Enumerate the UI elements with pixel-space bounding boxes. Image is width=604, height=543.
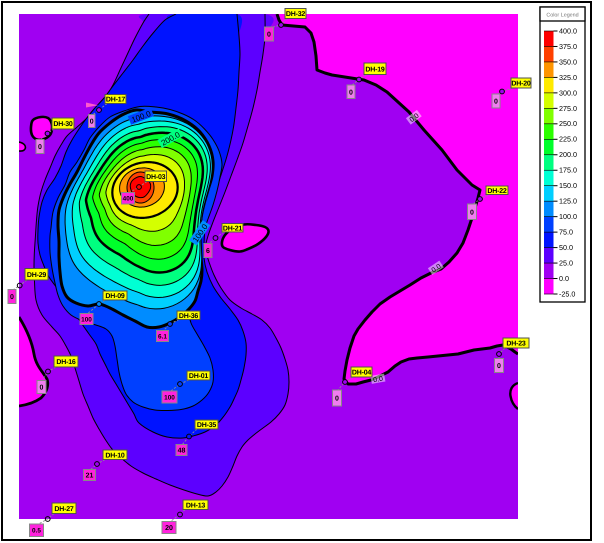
svg-text:75.0: 75.0 [559,228,573,237]
svg-text:DH-19: DH-19 [365,66,385,73]
svg-text:300.0: 300.0 [559,88,577,97]
svg-text:DH-16: DH-16 [56,359,76,366]
svg-text:0.5: 0.5 [32,528,41,535]
svg-text:DH-36: DH-36 [179,313,199,320]
svg-text:0: 0 [335,396,339,403]
svg-text:225.0: 225.0 [559,135,577,144]
svg-text:DH-35: DH-35 [197,422,217,429]
svg-text:325.0: 325.0 [559,73,577,82]
svg-text:DH-10: DH-10 [105,452,125,459]
svg-text:100.0: 100.0 [559,212,577,221]
svg-text:DH-09: DH-09 [105,293,125,300]
svg-text:DH-03: DH-03 [146,174,166,181]
svg-text:0: 0 [349,89,353,96]
svg-text:350.0: 350.0 [559,57,577,66]
svg-text:375.0: 375.0 [559,42,577,51]
svg-text:DH-29: DH-29 [27,272,47,279]
svg-text:Color Legend: Color Legend [546,13,578,19]
svg-text:25.0: 25.0 [559,258,573,267]
svg-text:DH-20: DH-20 [511,81,531,88]
svg-text:DH-23: DH-23 [506,341,526,348]
svg-text:0: 0 [10,294,14,301]
svg-text:DH-21: DH-21 [223,225,243,232]
svg-text:DH-01: DH-01 [189,373,209,380]
svg-text:0: 0 [267,32,271,39]
svg-text:400.0: 400.0 [559,26,577,35]
svg-text:48: 48 [178,448,186,455]
svg-text:250.0: 250.0 [559,119,577,128]
svg-text:275.0: 275.0 [559,104,577,113]
svg-text:200.0: 200.0 [559,150,577,159]
svg-text:0: 0 [90,119,94,126]
svg-text:DH-17: DH-17 [106,97,126,104]
svg-text:DH-27: DH-27 [54,506,74,513]
svg-text:400: 400 [123,196,134,203]
svg-text:175.0: 175.0 [559,166,577,175]
svg-text:DH-04: DH-04 [352,370,372,377]
svg-text:125.0: 125.0 [559,197,577,206]
svg-text:DH-30: DH-30 [53,121,73,128]
svg-text:0.0: 0.0 [559,274,569,283]
svg-text:20: 20 [165,525,173,532]
svg-text:6.1: 6.1 [158,333,167,340]
svg-text:0: 0 [470,209,474,216]
svg-text:0: 0 [494,99,498,106]
svg-text:0: 0 [40,385,44,392]
svg-text:0: 0 [497,363,501,370]
svg-text:50.0: 50.0 [559,243,573,252]
svg-text:6: 6 [206,248,210,255]
svg-text:100: 100 [81,316,92,323]
svg-text:0: 0 [38,144,42,151]
svg-text:DH-13: DH-13 [186,502,206,509]
svg-text:DH-22: DH-22 [487,188,507,195]
svg-text:DH-32: DH-32 [286,11,306,18]
svg-text:100: 100 [164,394,175,401]
svg-text:21: 21 [86,473,94,480]
svg-text:150.0: 150.0 [559,181,577,190]
svg-text:-25.0: -25.0 [559,289,575,298]
